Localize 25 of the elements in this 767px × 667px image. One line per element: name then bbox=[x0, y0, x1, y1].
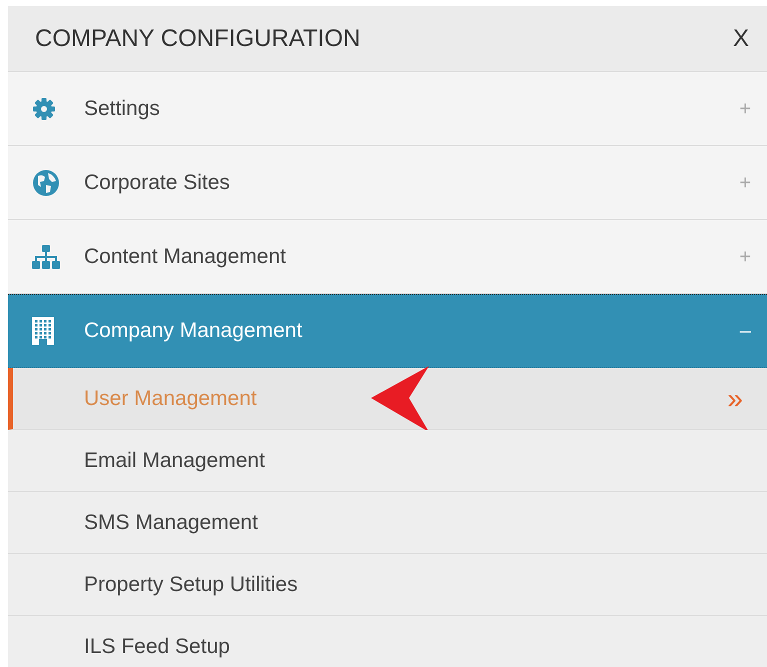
hierarchy-icon bbox=[32, 244, 60, 268]
section-label: Corporate Sites bbox=[84, 170, 231, 196]
submenu-item[interactable]: Property Setup Utilities bbox=[8, 554, 767, 616]
building-icon bbox=[32, 317, 54, 345]
section-label: Content Management bbox=[84, 244, 287, 270]
submenu-label: SMS Management bbox=[84, 510, 259, 536]
close-button[interactable]: X bbox=[732, 20, 749, 56]
submenu-item[interactable]: Email Management bbox=[8, 430, 767, 492]
globe-icon bbox=[32, 168, 60, 196]
pointer-arrow-icon bbox=[371, 366, 431, 432]
submenu-label: ILS Feed Setup bbox=[84, 634, 231, 660]
section-header[interactable]: Corporate Sites + bbox=[8, 146, 767, 220]
submenu-label: Email Management bbox=[84, 448, 266, 474]
submenu-label: User Management bbox=[84, 386, 258, 412]
section-label: Company Management bbox=[84, 318, 304, 344]
submenu-label: Property Setup Utilities bbox=[84, 572, 299, 598]
section-header[interactable]: Content Management + bbox=[8, 220, 767, 294]
submenu-item[interactable]: ILS Feed Setup bbox=[8, 616, 767, 667]
submenu-item[interactable]: SMS Management bbox=[8, 492, 767, 554]
chevron-indicator: » bbox=[727, 382, 743, 416]
panel-title: COMPANY CONFIGURATION bbox=[35, 24, 360, 54]
toggle-sign[interactable]: – bbox=[740, 316, 751, 346]
section-header[interactable]: Settings + bbox=[8, 72, 767, 146]
section-header[interactable]: Company Management – bbox=[8, 294, 767, 368]
section-label: Settings bbox=[84, 96, 161, 122]
